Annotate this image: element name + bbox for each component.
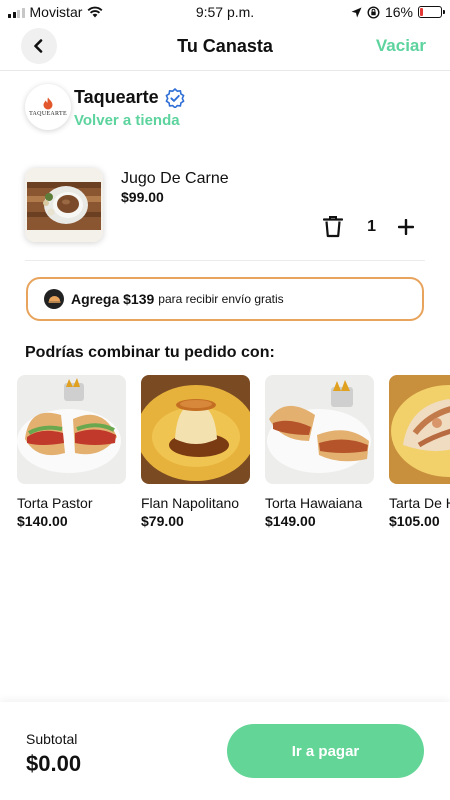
product-name: Flan Napolitano <box>141 495 240 511</box>
product-image[interactable] <box>141 375 250 484</box>
store-logo-text: TAQUEARTE <box>29 111 67 117</box>
free-shipping-banner: Agrega $139 para recibir envío gratis <box>26 277 424 321</box>
subtotal-value: $0.00 <box>26 751 82 776</box>
item-image-art <box>25 168 103 242</box>
quantity-controls: 1 <box>323 215 414 238</box>
product-image[interactable] <box>17 375 126 484</box>
verified-badge-icon <box>165 87 185 108</box>
product-card[interactable]: Tarta De H $105.00 <box>389 375 450 529</box>
product-name: Torta Hawaiana <box>265 495 363 511</box>
item-divider <box>25 260 425 261</box>
product-card[interactable]: Flan Napolitano $79.00 <box>141 375 251 529</box>
trash-icon[interactable] <box>323 215 344 238</box>
store-name-row: Taquearte <box>74 87 185 108</box>
product-image[interactable] <box>265 375 374 484</box>
product-price: $79.00 <box>141 513 184 529</box>
back-to-store-link[interactable]: Volver a tienda <box>74 112 180 129</box>
promo-amount: Agrega $139 <box>71 291 155 307</box>
empty-cart-button[interactable]: Vaciar <box>376 36 426 56</box>
header-divider <box>0 70 450 71</box>
product-image[interactable] <box>389 375 450 484</box>
battery-percent: 16% <box>384 4 413 20</box>
suggestions-carousel[interactable]: Torta Pastor $140.00 Flan Napolitano $79… <box>17 375 450 535</box>
product-price: $149.00 <box>265 513 316 529</box>
flame-logo-icon <box>43 97 53 110</box>
checkout-button[interactable]: Ir a pagar <box>227 724 424 778</box>
item-price: $99.00 <box>121 189 164 205</box>
status-bar: Movistar 9:57 p.m. 16% <box>0 0 450 24</box>
store-name[interactable]: Taquearte <box>74 87 159 108</box>
plus-icon[interactable] <box>398 218 414 235</box>
product-price: $140.00 <box>17 513 68 529</box>
item-name: Jugo De Carne <box>121 170 229 187</box>
product-card[interactable]: Torta Hawaiana $149.00 <box>265 375 375 529</box>
promo-text: para recibir envío gratis <box>158 292 284 306</box>
product-price: $105.00 <box>389 513 440 529</box>
product-card[interactable]: Torta Pastor $140.00 <box>17 375 127 529</box>
status-right: 16% <box>351 4 445 20</box>
location-arrow-icon <box>351 7 362 17</box>
battery-icon <box>418 6 445 18</box>
subtotal-label: Subtotal <box>26 731 78 747</box>
store-logo[interactable]: TAQUEARTE <box>25 84 71 130</box>
header: Tu Canasta Vaciar <box>0 26 450 68</box>
cart-item: Jugo De Carne $99.00 1 <box>25 160 425 250</box>
delivery-icon <box>44 289 64 309</box>
battery-level <box>420 8 424 16</box>
suggestions-title: Podrías combinar tu pedido con: <box>25 344 275 361</box>
checkout-footer: Subtotal $0.00 Ir a pagar <box>0 702 450 800</box>
item-image[interactable] <box>25 168 103 242</box>
quantity-value: 1 <box>367 217 376 235</box>
product-name: Tarta De H <box>389 495 450 511</box>
product-name: Torta Pastor <box>17 495 93 511</box>
orientation-lock-icon <box>367 5 380 19</box>
